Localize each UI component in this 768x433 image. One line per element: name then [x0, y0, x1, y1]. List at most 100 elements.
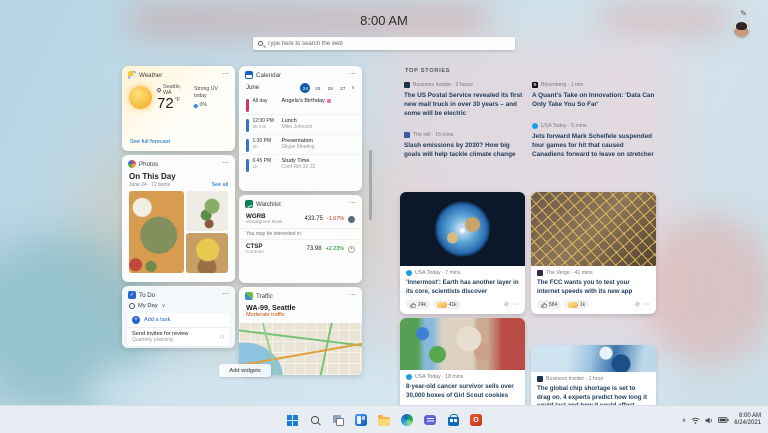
- more-icon[interactable]: ⋯: [349, 202, 356, 206]
- story-headline[interactable]: Slash emissions by 2030? How big goals w…: [404, 141, 525, 159]
- calendar-widget[interactable]: Calendar ⋯ June 24 25 26 27 ∨ All day An…: [239, 66, 362, 191]
- event-subtitle: Skype Meeting: [282, 144, 315, 150]
- add-widgets-button[interactable]: Add widgets: [219, 364, 271, 377]
- chevron-down-icon: ∨: [162, 303, 166, 309]
- todo-task-row[interactable]: Send invites for review Quarterly planni…: [127, 328, 230, 346]
- todo-widget[interactable]: ✓ To Do ⋯ My Day ∨ + Add a task Send inv…: [122, 286, 235, 348]
- tray-clock[interactable]: 8:00 AM 6/24/2021: [734, 413, 761, 428]
- thumb-up-icon: [410, 302, 416, 308]
- weather-icon: [128, 71, 136, 79]
- chevron-down-icon[interactable]: ∨: [351, 85, 355, 91]
- traffic-widget[interactable]: Traffic ⋯ WA-99, Seattle Moderate traffi…: [239, 287, 362, 375]
- story-meta: The Hill · 16 mins: [413, 132, 453, 138]
- photo-collage[interactable]: [122, 191, 235, 273]
- story-headline[interactable]: The US Postal Service revealed its first…: [404, 91, 525, 118]
- start-button[interactable]: [285, 413, 299, 427]
- search-input[interactable]: [267, 41, 510, 47]
- news-story[interactable]: USA Today · 5 mins Jets forward Mark Sch…: [532, 123, 656, 159]
- news-card[interactable]: USA Today · 7 mins 'Innermost': Earth ha…: [400, 192, 525, 314]
- calendar-event[interactable]: 1:30 PM 1h Presentation Skype Meeting: [239, 134, 362, 154]
- edit-icon[interactable]: ✎: [740, 9, 747, 18]
- news-story[interactable]: The Hill · 16 mins Slash emissions by 20…: [404, 132, 525, 159]
- calendar-event[interactable]: 12:00 PM 30 min Lunch Mike Johnson: [239, 114, 362, 134]
- gift-icon: [327, 99, 331, 103]
- reactions-button[interactable]: 41k: [433, 300, 461, 309]
- alert-bell-icon[interactable]: [348, 216, 355, 223]
- my-day-icon: [129, 303, 135, 309]
- widgets-button[interactable]: [354, 413, 368, 427]
- card-headline[interactable]: The FCC wants you to test your internet …: [537, 279, 650, 296]
- stock-row[interactable]: WGRB Woodgrove Bank 433.75 -1.67%: [239, 210, 362, 228]
- file-explorer-button[interactable]: [377, 413, 391, 427]
- wifi-icon[interactable]: [691, 417, 700, 424]
- store-button[interactable]: [446, 413, 460, 427]
- calendar-day[interactable]: 27: [338, 83, 348, 93]
- more-icon[interactable]: ⋯: [644, 301, 650, 308]
- photos-widget[interactable]: Photos ⋯ On This Day June 24 · 72 items …: [122, 155, 235, 282]
- star-icon[interactable]: ☆: [219, 333, 225, 341]
- todo-list-selector[interactable]: My Day ∨: [122, 301, 235, 311]
- calendar-event[interactable]: 6:45 PM 1h Study Time Conf Rm 32-32: [239, 154, 362, 174]
- tray-chevron-up-icon[interactable]: ∧: [682, 417, 686, 424]
- news-story[interactable]: Business Insider · 2 hours The US Postal…: [404, 82, 525, 118]
- card-headline[interactable]: 8-year-old cancer survivor sells over 30…: [406, 383, 519, 400]
- stock-row[interactable]: CTSP Contoso 73.98 +2.23% +: [239, 240, 362, 258]
- like-button[interactable]: 24k: [406, 300, 430, 309]
- volume-icon[interactable]: [705, 417, 713, 424]
- event-color-bar: [246, 119, 249, 132]
- photo-thumbnail[interactable]: [186, 233, 228, 273]
- stock-symbol: WGRB: [246, 213, 283, 220]
- taskbar: O ∧ 8:00 AM 6/24/2021: [0, 405, 768, 433]
- hide-story-icon[interactable]: ⊘: [635, 301, 640, 308]
- calendar-day[interactable]: 26: [325, 83, 335, 93]
- hide-story-icon[interactable]: ⊘: [504, 301, 509, 308]
- like-count: 24k: [418, 302, 426, 308]
- news-card[interactable]: The Verge · 41 mins The FCC wants you to…: [531, 192, 656, 314]
- reactions-button[interactable]: 1k: [564, 300, 589, 309]
- office-button[interactable]: O: [469, 413, 483, 427]
- more-icon[interactable]: ⋯: [222, 162, 229, 166]
- calendar-day[interactable]: 25: [313, 83, 323, 93]
- story-headline[interactable]: Jets forward Mark Scheifele suspended fo…: [532, 132, 656, 159]
- widget-title: Watchlist: [256, 201, 281, 208]
- calendar-day[interactable]: 24: [300, 83, 310, 93]
- more-icon[interactable]: ⋯: [222, 293, 229, 297]
- news-story[interactable]: BBloomberg · 1 min A Quant's Take on Inn…: [532, 82, 656, 109]
- web-search-bar[interactable]: [253, 37, 515, 50]
- add-to-watchlist-icon[interactable]: +: [348, 246, 355, 253]
- edge-icon: [401, 414, 413, 426]
- see-full-forecast-link[interactable]: See full forecast: [130, 139, 170, 145]
- card-meta: USA Today · 7 mins: [415, 270, 460, 276]
- taskbar-search-button[interactable]: [308, 413, 322, 427]
- watchlist-widget[interactable]: Watchlist ⋯ WGRB Woodgrove Bank 433.75 -…: [239, 195, 362, 283]
- source-favicon: [404, 82, 410, 88]
- photos-heading: On This Day: [122, 170, 235, 181]
- photo-thumbnail[interactable]: [186, 191, 228, 231]
- source-favicon: [537, 376, 543, 382]
- event-duration: 1h: [253, 164, 278, 169]
- board-scrollbar[interactable]: [369, 150, 372, 220]
- more-icon[interactable]: ⋯: [349, 294, 356, 298]
- temperature-value: 72: [157, 96, 174, 111]
- calendar-event[interactable]: All day Angela's Birthday: [239, 95, 362, 114]
- more-icon[interactable]: ⋯: [349, 73, 356, 77]
- battery-icon[interactable]: [718, 417, 729, 423]
- news-image-chip-lab: [531, 345, 656, 372]
- edge-button[interactable]: [400, 413, 414, 427]
- task-view-button[interactable]: [331, 413, 345, 427]
- widget-title: Calendar: [256, 72, 281, 79]
- more-icon[interactable]: ⋯: [513, 301, 519, 308]
- card-headline[interactable]: 'Innermost': Earth has another layer in …: [406, 279, 519, 296]
- photo-thumbnail[interactable]: [129, 191, 184, 273]
- add-task-button[interactable]: + Add a task: [127, 313, 230, 328]
- emoji-reactions-icon: [568, 302, 578, 308]
- tray-time: 8:00 AM: [734, 413, 761, 421]
- weather-widget[interactable]: Weather ⋯ Seattle, WA 72 °F Strong UV to…: [122, 66, 235, 151]
- see-all-link[interactable]: See all: [212, 182, 228, 188]
- chat-button[interactable]: [423, 413, 437, 427]
- like-button[interactable]: 584: [537, 300, 561, 309]
- source-favicon: [406, 270, 412, 276]
- more-icon[interactable]: ⋯: [222, 73, 229, 77]
- avatar[interactable]: [734, 22, 749, 37]
- story-headline[interactable]: A Quant's Take on Innovation: 'Data Can …: [532, 91, 656, 109]
